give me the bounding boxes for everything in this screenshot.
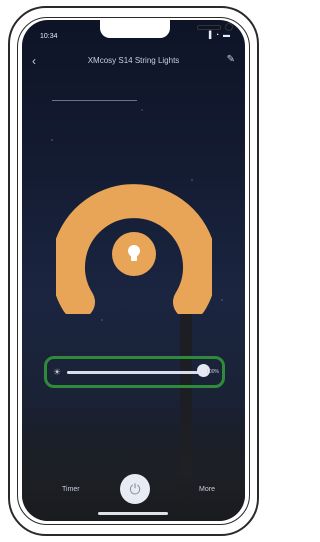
power-button[interactable]: ⏻ <box>120 474 150 504</box>
timer-button[interactable]: Timer <box>62 486 80 493</box>
sun-icon: ☀ <box>53 367 62 377</box>
pencil-icon[interactable]: ✎ <box>227 54 235 65</box>
home-indicator <box>98 512 168 515</box>
brightness-percent: 100% <box>206 369 219 375</box>
power-icon: ⏻ <box>129 480 141 497</box>
page-title: XMcosy S14 String Lights <box>87 56 180 65</box>
slider-fill <box>67 371 207 374</box>
status-icons: ▌◔ ▬ <box>208 32 231 39</box>
brightness-dial[interactable] <box>56 182 212 314</box>
app-screen: 10:34 ▌◔ ▬ ‹ XMcosy S14 String Lights ✎ … <box>22 20 245 521</box>
chevron-left-icon[interactable]: ‹ <box>32 54 36 68</box>
brightness-slider[interactable] <box>67 371 207 374</box>
brightness-slider-highlight: ☀ 100% <box>44 356 225 388</box>
status-time: 10:34 <box>40 33 58 40</box>
phone-notch <box>100 20 233 38</box>
camera-icon <box>225 23 233 31</box>
more-button[interactable]: More <box>199 486 215 493</box>
speaker-icon <box>197 25 221 30</box>
divider-line <box>52 100 137 101</box>
